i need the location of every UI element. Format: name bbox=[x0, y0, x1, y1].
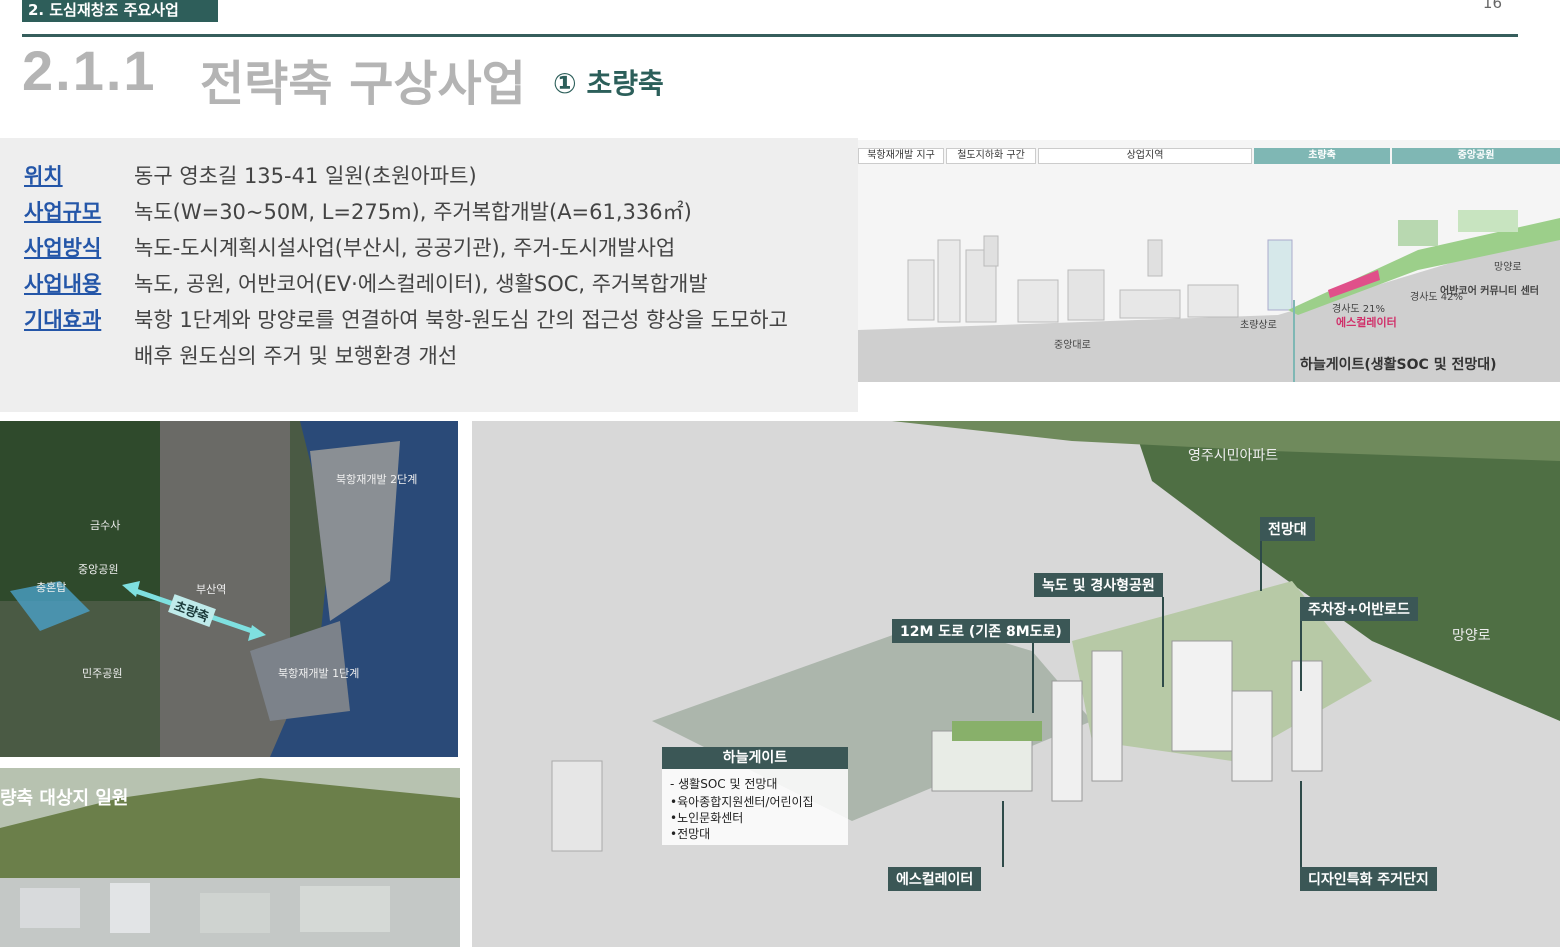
section-diagram: 북항재개발 지구 철도지하화 구간 상업지역 초량축 중앙공원 중앙대로 초량상… bbox=[858, 140, 1560, 382]
map-label-bukhang-1: 북항재개발 1단계 bbox=[278, 667, 360, 680]
section-illustration bbox=[858, 210, 1560, 382]
map-label-bukhang-2: 북항재개발 2단계 bbox=[336, 473, 418, 486]
sky-gate-item: - 생활SOC 및 전망대 bbox=[670, 777, 778, 791]
info-value: 녹도(W=30~50M, L=275m), 주거복합개발(A=61,336㎡) bbox=[134, 200, 692, 224]
label-sky-gate: 하늘게이트(생활SOC 및 전망대) bbox=[1300, 357, 1497, 373]
header-rule bbox=[22, 34, 1518, 37]
render-label-yeongju-apt: 영주시민아파트 bbox=[1188, 448, 1279, 464]
info-value: 동구 영초길 135-41 일원(초원아파트) bbox=[134, 164, 477, 188]
label-urban-core: 어반코어 커뮤니티 센터 bbox=[1440, 286, 1539, 297]
callout-escalator: 에스컬레이터 bbox=[888, 867, 982, 891]
aerial-photo: 량축 대상지 일원 bbox=[0, 768, 460, 947]
render-label-mangyangro: 망양로 bbox=[1452, 628, 1491, 644]
page-number: 16 bbox=[1482, 0, 1502, 12]
sky-gate-item: •전망대 bbox=[670, 827, 711, 841]
label-slope-21: 경사도 21% bbox=[1332, 304, 1386, 315]
leader-design-housing bbox=[1300, 781, 1302, 867]
sky-gate-panel: 하늘게이트 - 생활SOC 및 전망대 •육아종합지원센터/어린이집 •노인문화… bbox=[662, 747, 848, 845]
map-label-central-park: 중앙공원 bbox=[78, 563, 119, 576]
map-label-geumsusa: 금수사 bbox=[90, 519, 121, 532]
info-value: 배후 원도심의 주거 및 보행환경 개선 bbox=[134, 344, 458, 368]
callout-12m-road: 12M 도로 (기존 8M도로) bbox=[892, 619, 1070, 643]
info-value: 녹도, 공원, 어반코어(EV·에스컬레이터), 생활SOC, 주거복합개발 bbox=[134, 272, 708, 296]
info-label: 기대효과 bbox=[24, 308, 102, 332]
info-label: 사업내용 bbox=[24, 272, 102, 296]
title-number: 2.1.1 bbox=[22, 39, 157, 102]
page-subtitle: ① 초량축 bbox=[553, 67, 664, 100]
section-badge: 2. 도심재창조 주요사업 bbox=[22, 0, 218, 22]
callout-design-housing: 디자인특화 주거단지 bbox=[1300, 867, 1437, 891]
map-label-minju-park: 민주공원 bbox=[82, 667, 123, 680]
page-title: 전략축 구상사업 bbox=[200, 56, 526, 112]
map-label-busan-station: 부산역 bbox=[196, 583, 227, 596]
birdseye-render: 영주시민아파트 전망대 녹도 및 경사형공원 주차장+어반로드 망양로 12M … bbox=[472, 421, 1560, 947]
info-panel: 위치 동구 영초길 135-41 일원(초원아파트) 사업규모 녹도(W=30~… bbox=[0, 138, 858, 412]
sky-gate-item: •노인문화센터 bbox=[670, 811, 744, 825]
leader-12m-road bbox=[1032, 643, 1034, 713]
aerial-title: 량축 대상지 일원 bbox=[0, 788, 129, 809]
callout-greenway-park: 녹도 및 경사형공원 bbox=[1034, 573, 1163, 597]
sky-gate-title: 하늘게이트 bbox=[662, 747, 848, 769]
leader-escalator bbox=[1002, 801, 1004, 867]
info-label: 위치 bbox=[24, 164, 63, 188]
leader-greenway-park bbox=[1162, 597, 1164, 687]
location-map: 북항재개발 2단계 금수사 중앙공원 충혼탑 부산역 민주공원 북항재개발 1단… bbox=[0, 421, 458, 757]
label-road-central: 중앙대로 bbox=[1054, 340, 1091, 351]
sky-gate-item: •육아종합지원센터/어린이집 bbox=[670, 795, 814, 809]
leader-observatory bbox=[1260, 541, 1262, 591]
label-road-choryang: 초량상로 bbox=[1240, 320, 1277, 331]
label-road-mangyang: 망양로 bbox=[1494, 262, 1522, 273]
info-value: 북항 1단계와 망양로를 연결하여 북항-원도심 간의 접근성 향상을 도모하고 bbox=[134, 308, 788, 332]
callout-parking-urbanroad: 주차장+어반로드 bbox=[1300, 597, 1418, 621]
map-label-chunghontap: 충혼탑 bbox=[36, 581, 67, 594]
callout-observatory: 전망대 bbox=[1260, 517, 1315, 541]
info-label: 사업규모 bbox=[24, 200, 102, 224]
label-escalator: 에스컬레이터 bbox=[1336, 316, 1397, 329]
info-value: 녹도-도시계획시설사업(부산시, 공공기관), 주거-도시개발사업 bbox=[134, 236, 676, 260]
leader-parking bbox=[1300, 621, 1302, 691]
info-label: 사업방식 bbox=[24, 236, 102, 260]
